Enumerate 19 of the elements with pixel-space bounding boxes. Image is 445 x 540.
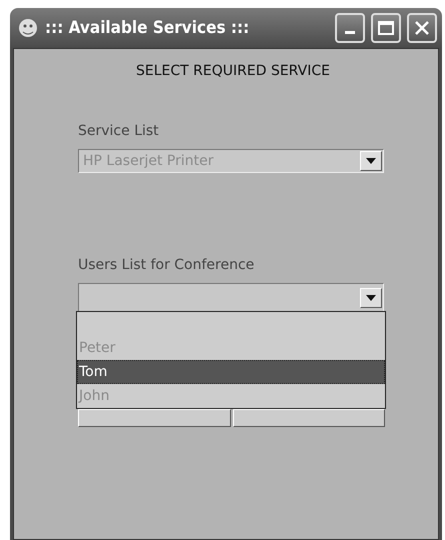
caret-icon — [366, 158, 376, 164]
list-option[interactable]: Peter — [77, 336, 385, 360]
maximize-icon — [378, 21, 394, 35]
hidden-button[interactable] — [232, 409, 385, 427]
field-label: Users List for Conference — [78, 257, 256, 273]
close-icon — [414, 20, 430, 36]
app-icon — [17, 17, 39, 39]
minimize-icon — [345, 31, 355, 34]
caret-icon — [366, 295, 376, 301]
maximize-button[interactable] — [371, 13, 401, 43]
hidden-button[interactable] — [78, 409, 230, 427]
users-dropdown[interactable] — [78, 283, 384, 313]
list-option[interactable]: John — [77, 384, 385, 408]
heading: SELECT REQUIRED SERVICE — [135, 63, 331, 79]
field-label: Service List — [78, 123, 160, 139]
close-button[interactable] — [407, 13, 437, 43]
list-option[interactable]: Tom — [77, 360, 385, 384]
minimize-button[interactable] — [335, 13, 365, 43]
window-title: ::: Available Services ::: — [45, 18, 250, 38]
